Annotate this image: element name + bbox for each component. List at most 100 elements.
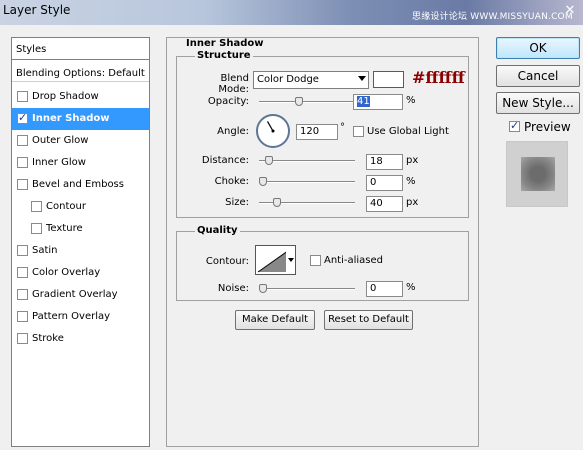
style-item-pattern-overlay[interactable]: Pattern Overlay xyxy=(12,306,149,328)
style-preview xyxy=(506,141,568,207)
angle-needle-icon xyxy=(266,121,275,133)
angle-value: 120 xyxy=(300,126,320,137)
style-item-checkbox[interactable] xyxy=(31,223,42,234)
style-item-contour[interactable]: Contour xyxy=(12,196,149,218)
opacity-label: Opacity: xyxy=(207,96,249,107)
blend-mode-label: Blend Mode: xyxy=(218,73,249,95)
window-title: Layer Style xyxy=(3,3,71,17)
style-item-label: Inner Shadow xyxy=(32,113,110,124)
preview-swatch xyxy=(521,157,555,191)
cancel-button[interactable]: Cancel xyxy=(496,65,580,87)
size-unit: px xyxy=(406,197,419,208)
style-item-checkbox[interactable] xyxy=(17,267,28,278)
style-item-stroke[interactable]: Stroke xyxy=(12,328,149,350)
contour-label: Contour: xyxy=(205,256,249,267)
style-item-label: Bevel and Emboss xyxy=(32,179,124,190)
style-item-drop-shadow[interactable]: Drop Shadow xyxy=(12,86,149,108)
style-item-inner-glow[interactable]: Inner Glow xyxy=(12,152,149,174)
size-input[interactable]: 40 xyxy=(366,196,403,212)
style-item-gradient-overlay[interactable]: Gradient Overlay xyxy=(12,284,149,306)
style-item-checkbox[interactable] xyxy=(17,135,28,146)
style-item-bevel-and-emboss[interactable]: Bevel and Emboss xyxy=(12,174,149,196)
size-label: Size: xyxy=(225,197,249,208)
use-global-light-label: Use Global Light xyxy=(367,126,449,137)
style-item-texture[interactable]: Texture xyxy=(12,218,149,240)
ok-button[interactable]: OK xyxy=(496,37,580,59)
angle-label: Angle: xyxy=(217,126,249,137)
watermark-text: 思缘设计论坛 WWW.MISSYUAN.COM xyxy=(412,12,573,22)
choke-unit: % xyxy=(406,176,416,187)
noise-slider-track[interactable] xyxy=(259,288,355,290)
style-item-checkbox[interactable] xyxy=(17,91,28,102)
style-item-checkbox[interactable] xyxy=(17,111,28,124)
structure-title: Structure xyxy=(195,50,253,61)
chevron-down-icon xyxy=(358,76,366,81)
angle-dial[interactable] xyxy=(256,114,290,148)
layer-style-dialog: Styles Blending Options: Default Drop Sh… xyxy=(0,25,583,450)
style-item-label: Texture xyxy=(46,223,83,234)
style-item-checkbox[interactable] xyxy=(31,201,42,212)
opacity-slider-thumb[interactable] xyxy=(295,97,304,106)
reset-to-default-button[interactable]: Reset to Default xyxy=(324,310,413,330)
opacity-unit: % xyxy=(406,95,416,106)
size-slider-thumb[interactable] xyxy=(273,198,282,207)
section-title: Inner Shadow xyxy=(186,38,264,49)
style-item-label: Satin xyxy=(32,245,58,256)
distance-input[interactable]: 18 xyxy=(366,154,403,170)
opacity-input[interactable]: 41 xyxy=(353,94,403,110)
blend-mode-select[interactable]: Color Dodge xyxy=(253,71,369,89)
noise-label: Noise: xyxy=(217,283,249,294)
styles-header[interactable]: Styles xyxy=(12,38,149,60)
style-item-color-overlay[interactable]: Color Overlay xyxy=(12,262,149,284)
size-value: 40 xyxy=(370,198,383,209)
make-default-button[interactable]: Make Default xyxy=(235,310,315,330)
inner-shadow-panel: Inner Shadow Structure Blend Mode: Color… xyxy=(166,37,479,447)
style-item-label: Gradient Overlay xyxy=(32,289,118,300)
preview-label: Preview xyxy=(524,120,571,134)
style-item-checkbox[interactable] xyxy=(17,289,28,300)
choke-slider-thumb[interactable] xyxy=(259,177,267,186)
angle-input[interactable]: 120 xyxy=(296,124,338,140)
blend-mode-value: Color Dodge xyxy=(257,74,319,85)
style-item-checkbox[interactable] xyxy=(17,179,28,190)
style-item-checkbox[interactable] xyxy=(17,245,28,256)
style-item-label: Pattern Overlay xyxy=(32,311,111,322)
distance-label: Distance: xyxy=(201,155,249,166)
new-style-button[interactable]: New Style... xyxy=(496,92,580,114)
anti-aliased-checkbox[interactable] xyxy=(310,255,321,266)
noise-unit: % xyxy=(406,282,416,293)
style-item-satin[interactable]: Satin xyxy=(12,240,149,262)
close-icon[interactable]: ✕ xyxy=(559,2,581,20)
color-hex-annotation: #ffffff xyxy=(412,68,465,87)
styles-list: Styles Blending Options: Default Drop Sh… xyxy=(11,37,150,447)
use-global-light-checkbox[interactable] xyxy=(353,126,364,137)
style-item-checkbox[interactable] xyxy=(17,157,28,168)
anti-aliased-label: Anti-aliased xyxy=(324,255,384,266)
choke-slider-track[interactable] xyxy=(259,181,355,183)
shadow-color-swatch[interactable] xyxy=(373,71,404,88)
distance-unit: px xyxy=(406,155,419,166)
style-item-label: Outer Glow xyxy=(32,135,89,146)
choke-label: Choke: xyxy=(214,176,249,187)
noise-slider-thumb[interactable] xyxy=(259,284,267,293)
choke-input[interactable]: 0 xyxy=(366,175,403,191)
noise-input[interactable]: 0 xyxy=(366,281,403,297)
distance-slider-track[interactable] xyxy=(259,160,355,162)
style-item-outer-glow[interactable]: Outer Glow xyxy=(12,130,149,152)
style-item-inner-shadow[interactable]: Inner Shadow xyxy=(12,108,149,130)
style-item-label: Color Overlay xyxy=(32,267,101,278)
noise-value: 0 xyxy=(370,283,377,294)
distance-value: 18 xyxy=(370,156,383,167)
blending-options-item[interactable]: Blending Options: Default xyxy=(12,62,149,82)
title-bar: Layer Style 思缘设计论坛 WWW.MISSYUAN.COM ✕ xyxy=(0,0,583,25)
opacity-slider-track[interactable] xyxy=(259,101,355,103)
style-item-checkbox[interactable] xyxy=(17,311,28,322)
style-item-label: Inner Glow xyxy=(32,157,86,168)
preview-checkbox[interactable] xyxy=(509,119,520,132)
angle-unit: ° xyxy=(340,122,345,133)
chevron-down-icon xyxy=(288,258,294,262)
style-item-label: Drop Shadow xyxy=(32,91,99,102)
contour-dropdown[interactable] xyxy=(286,245,296,275)
distance-slider-thumb[interactable] xyxy=(265,156,274,165)
style-item-checkbox[interactable] xyxy=(17,333,28,344)
